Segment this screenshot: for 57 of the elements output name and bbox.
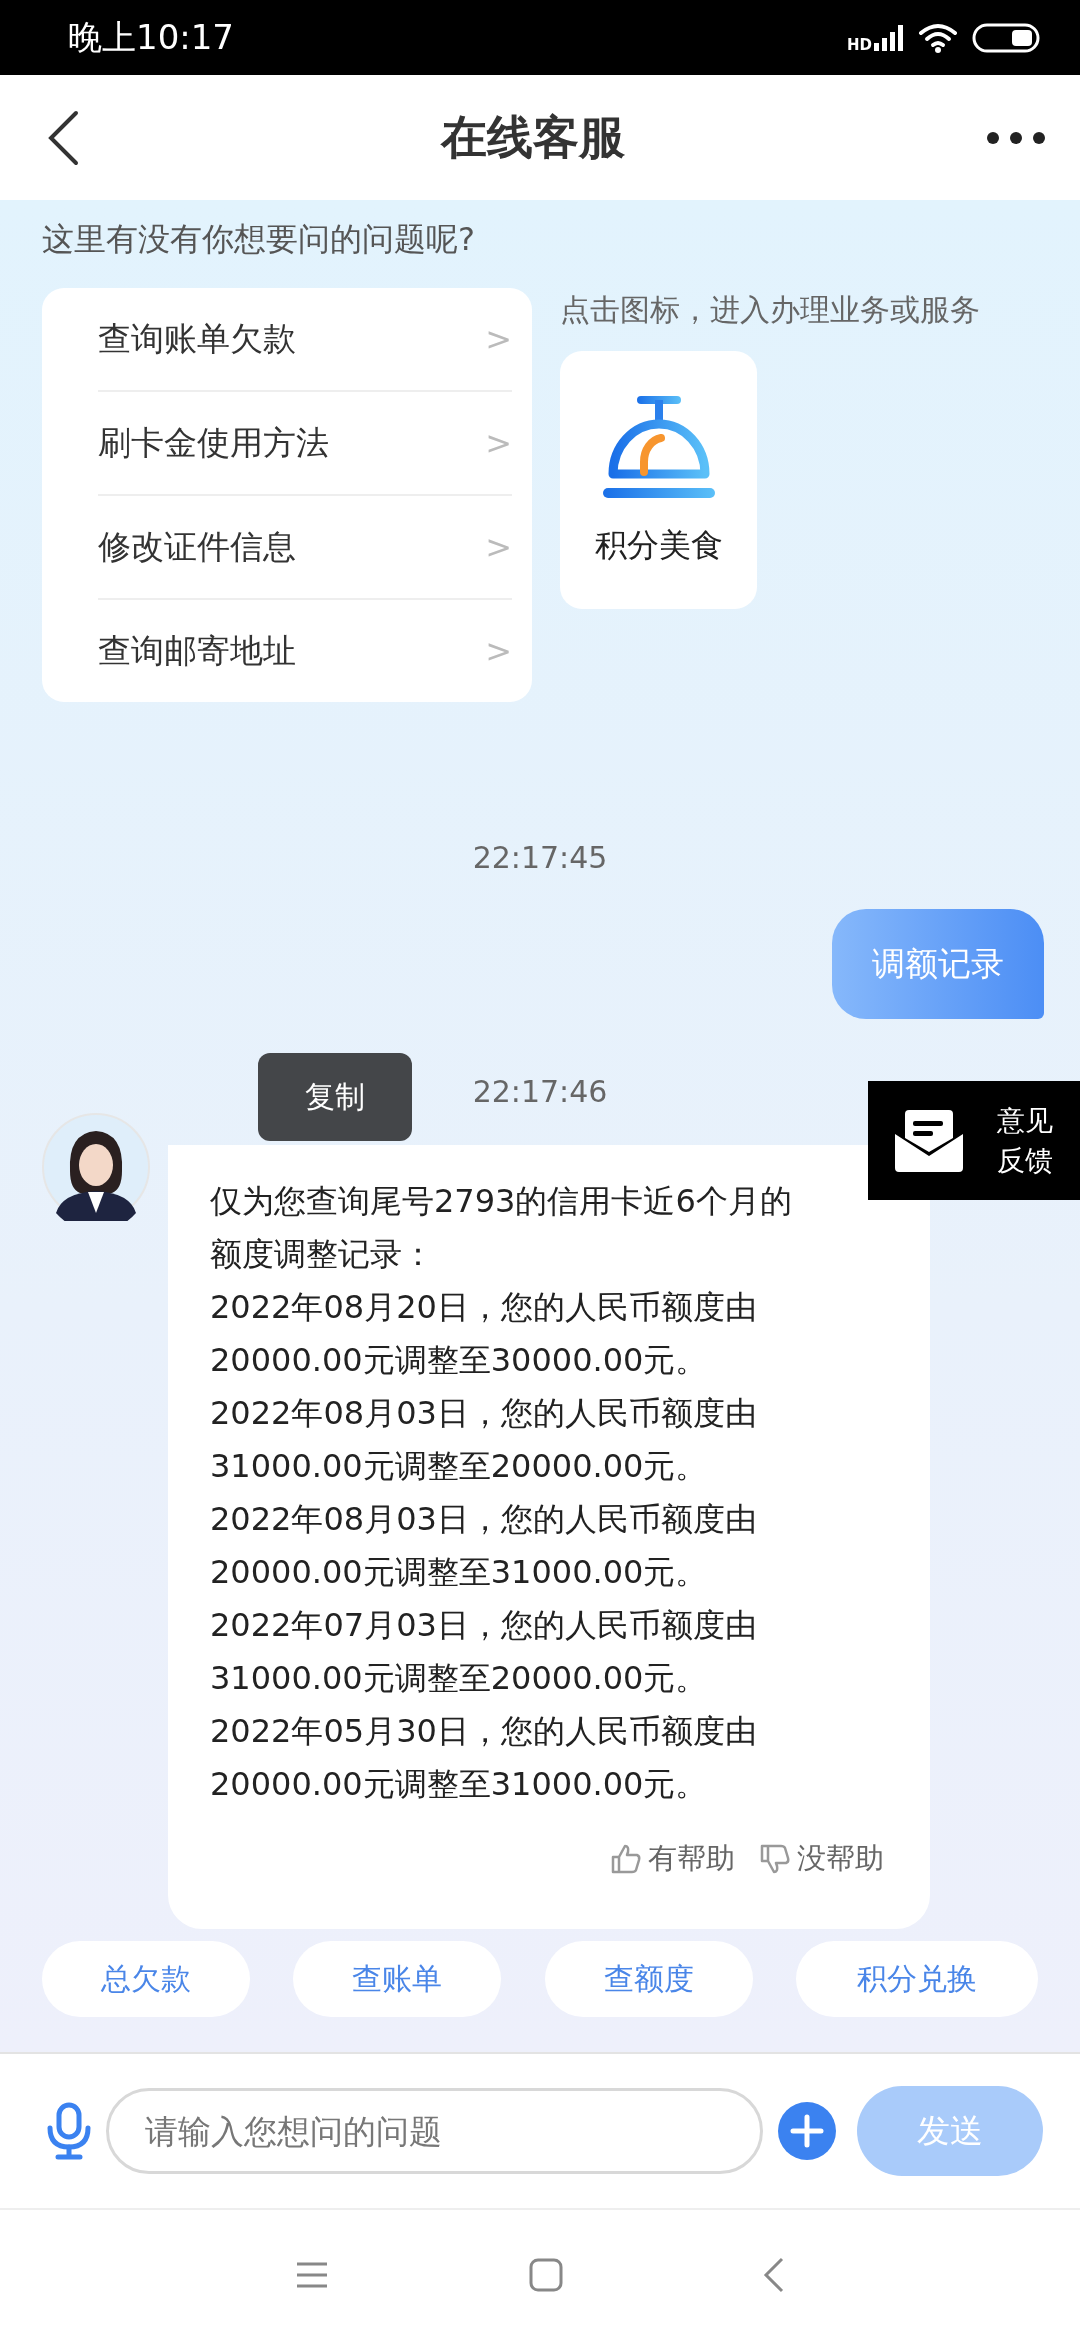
service-tile[interactable]: 积分美食 [560,351,757,609]
message-text: 2022年08月03日，您的人民币额度由31000.00元调整至20000.00元。 [210,1393,758,1487]
menu-button[interactable] [295,2261,329,2289]
thumbs-down-icon [759,1843,791,1875]
message-input-field[interactable]: 请输入您想问的问题 [106,2088,763,2174]
service-hint: 点击图标，进入办理业务或服务 [560,291,980,329]
message-text: 2022年05月30日，您的人民币额度由20000.00元调整至31000.00元。 [210,1711,758,1805]
back-icon [763,2257,785,2293]
quick-reply-chip[interactable]: 总欠款 [42,1941,250,2017]
faq-item[interactable]: 修改证件信息 > [98,496,512,600]
timestamp: 22:17:46 [472,1073,608,1109]
thumbs-up-icon [610,1843,642,1875]
more-button[interactable] [986,130,1046,145]
message-text: 2022年08月20日，您的人民币额度由20000.00元调整至30000.00元。 [210,1287,758,1381]
square-icon [529,2258,563,2292]
add-button[interactable] [777,2101,837,2161]
menu-icon [295,2261,329,2289]
faq-item[interactable]: 查询账单欠款 > [98,288,512,392]
message-text: 2022年07月03日，您的人民币额度由31000.00元调整至20000.00元。 [210,1605,758,1699]
timestamp: 22:17:45 [472,839,608,875]
faq-question: 刷卡金使用方法 [98,421,329,464]
quick-reply-chip[interactable]: 查账单 [293,1941,502,2017]
back-nav-button[interactable] [763,2257,785,2293]
faq-question: 查询邮寄地址 [98,629,296,672]
quick-reply-chip[interactable]: 积分兑换 [796,1941,1038,2017]
chevron: > [485,632,512,670]
quick-reply-chip[interactable]: 查额度 [544,1941,753,2017]
unhelpful-button[interactable]: 没帮助 [759,1839,884,1879]
message-text: 仅为您查询尾号2793的信用卡近6个月的额度调整记录： [210,1181,793,1275]
page-title: 在线客服 [441,108,625,166]
helpful-button[interactable]: 有帮助 [610,1839,735,1879]
back-button[interactable] [46,109,80,166]
back-icon [46,109,80,166]
faq-item[interactable]: 刷卡金使用方法 > [98,392,512,496]
network-label: HD [847,35,872,54]
faq-item[interactable]: 查询邮寄地址 > [98,600,512,702]
copy-tooltip[interactable]: 复制 [258,1053,412,1141]
microphone-icon [46,2102,92,2160]
faq-question: 修改证件信息 [98,525,296,568]
signal-icon [874,24,904,51]
status-time: 晚上10:17 [68,15,234,59]
feedback-tab[interactable]: 意见反馈 [868,1081,1080,1200]
voice-button[interactable] [46,2102,92,2160]
chevron: > [485,424,512,462]
plus-icon [777,2101,837,2161]
chevron: > [485,528,512,566]
wifi-icon [918,22,958,53]
chevron: > [485,320,512,358]
service-label: 积分美食 [594,525,723,566]
home-button[interactable] [529,2258,563,2292]
faq-prompt: 这里有没有你想要问的问题呢? [42,219,476,260]
battery-icon [972,22,1040,53]
feedback-label: 意见反馈 [997,1102,1054,1179]
message-text: 2022年08月03日，您的人民币额度由20000.00元调整至31000.00元。 [210,1499,758,1593]
user-message: 调额记录 [832,909,1044,1019]
faq-question: 查询账单欠款 [98,317,296,360]
more-icon [986,130,1046,145]
